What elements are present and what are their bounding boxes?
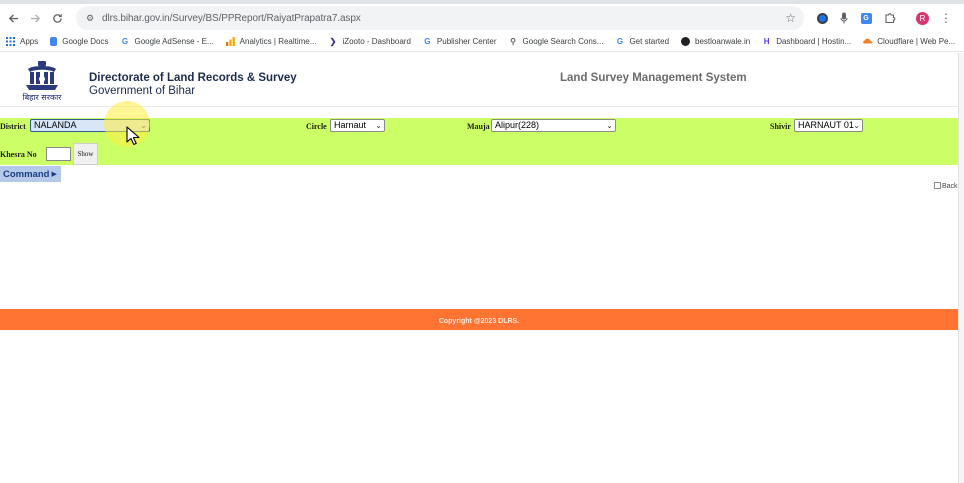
bookmark-label: Get started	[629, 37, 670, 46]
bookmark-label: Publisher Center	[436, 37, 497, 46]
bookmarks-bar: Apps Google Docs G Google AdSense - E...…	[0, 32, 964, 52]
bookmark-search-console[interactable]: ⚲ Google Search Cons...	[509, 37, 604, 46]
emblem-caption: बिहार सरकार	[22, 93, 62, 102]
command-menu[interactable]: Command ▶	[0, 166, 61, 182]
bookmark-label: Analytics | Realtime...	[239, 37, 317, 46]
search-console-icon: ⚲	[510, 37, 516, 46]
shivir-label: Shivir	[770, 122, 791, 131]
apps-grid-icon	[6, 37, 15, 46]
extension-circle-icon[interactable]	[812, 8, 832, 28]
district-select-value: NALANDA	[34, 120, 77, 130]
back-image-link[interactable]: Back	[934, 182, 958, 190]
cloudflare-icon	[863, 37, 873, 46]
mauja-select-value: Alipur(228)	[495, 120, 540, 130]
izooto-icon: ❯	[329, 37, 337, 46]
window-edge	[958, 53, 964, 483]
tune-icon[interactable]: ⚙	[82, 13, 98, 24]
google-icon: G	[424, 37, 431, 46]
profile-avatar[interactable]: R	[916, 12, 929, 25]
google-icon: G	[121, 37, 129, 46]
broken-image-icon	[934, 182, 941, 189]
bookmark-google-docs[interactable]: Google Docs	[50, 37, 108, 46]
hostinger-icon: H	[763, 37, 770, 46]
bookmark-label: Dashboard | Hostin...	[776, 37, 852, 46]
khesra-number-input[interactable]	[46, 147, 71, 161]
bookmark-label: iZooto - Dashboard	[342, 37, 411, 46]
site-header: बिहार सरकार Directorate of Land Records …	[0, 53, 958, 107]
circle-select[interactable]: Harnaut ⌄	[330, 119, 385, 132]
copyright-text: Copyright @2023 DLRS.	[438, 318, 520, 325]
mauja-label: Mauja	[467, 122, 490, 131]
bookmark-hostinger[interactable]: H Dashboard | Hostin...	[762, 37, 851, 46]
bookmark-label: Cloudflare | Web Pe...	[877, 37, 956, 46]
show-button[interactable]: Show	[73, 143, 98, 165]
bookmark-google-adsense[interactable]: G Google AdSense - E...	[120, 37, 214, 46]
khesra-label: Khesra No	[0, 150, 37, 159]
bookmark-izooto[interactable]: ❯ iZooto - Dashboard	[328, 37, 411, 46]
mouse-pointer-icon	[126, 126, 140, 146]
bookmark-analytics[interactable]: Analytics | Realtime...	[225, 37, 317, 46]
forward-arrow-icon[interactable]	[24, 7, 46, 29]
bookmark-publisher-center[interactable]: G Publisher Center	[423, 37, 497, 46]
footer: Copyright @2023 DLRS.	[0, 309, 958, 330]
bookmark-cloudflare[interactable]: Cloudflare | Web Pe...	[863, 37, 955, 46]
circle-select-value: Harnaut	[334, 120, 367, 130]
globe-icon	[681, 37, 691, 46]
google-icon: G	[616, 37, 624, 46]
bookmark-get-started[interactable]: G Get started	[615, 37, 669, 46]
star-icon[interactable]: ☆	[785, 11, 796, 25]
address-bar[interactable]: ⚙ dlrs.bihar.gov.in/Survey/BS/PPReport/R…	[76, 6, 804, 30]
bookmark-label: bestloanwale.in	[695, 37, 751, 46]
docs-icon	[50, 37, 58, 46]
caret-right-icon: ▶	[51, 171, 57, 178]
chevron-down-icon: ⌄	[375, 121, 382, 130]
mauja-select[interactable]: Alipur(228) ⌄	[491, 119, 616, 132]
bookmark-label: Google Docs	[62, 37, 109, 46]
bookmark-label: Google AdSense - E...	[134, 37, 214, 46]
system-title: Land Survey Management System	[560, 72, 747, 84]
microphone-icon[interactable]	[834, 8, 854, 28]
circle-label: Circle	[306, 122, 327, 131]
extensions-puzzle-icon[interactable]	[880, 8, 900, 28]
bookmark-label: Apps	[20, 37, 39, 46]
url-text[interactable]: dlrs.bihar.gov.in/Survey/BS/PPReport/Rai…	[102, 13, 361, 24]
back-arrow-icon[interactable]	[2, 7, 24, 29]
back-image-alt-text: Back	[942, 183, 958, 190]
reload-icon[interactable]	[46, 7, 68, 29]
bookmark-label: Google Search Cons...	[522, 37, 604, 46]
shivir-select-value: HARNAUT 01	[798, 120, 854, 130]
browser-toolbar: ⚙ dlrs.bihar.gov.in/Survey/BS/PPReport/R…	[0, 4, 964, 32]
chevron-down-icon: ⌄	[606, 121, 613, 130]
translate-icon[interactable]: G	[856, 8, 876, 28]
district-label: District	[0, 122, 26, 131]
shivir-select[interactable]: HARNAUT 01 ⌄	[794, 119, 863, 132]
analytics-icon	[225, 37, 235, 46]
chevron-down-icon: ⌄	[853, 121, 860, 130]
bookmark-bestloanwale[interactable]: bestloanwale.in	[681, 37, 750, 46]
organization-subtitle: Government of Bihar	[89, 85, 196, 97]
command-label: Command	[3, 168, 50, 180]
kebab-menu-icon[interactable]: ⋮	[940, 9, 952, 27]
organization-title: Directorate of Land Records & Survey	[89, 72, 297, 84]
bookmark-apps[interactable]: Apps	[6, 37, 38, 46]
